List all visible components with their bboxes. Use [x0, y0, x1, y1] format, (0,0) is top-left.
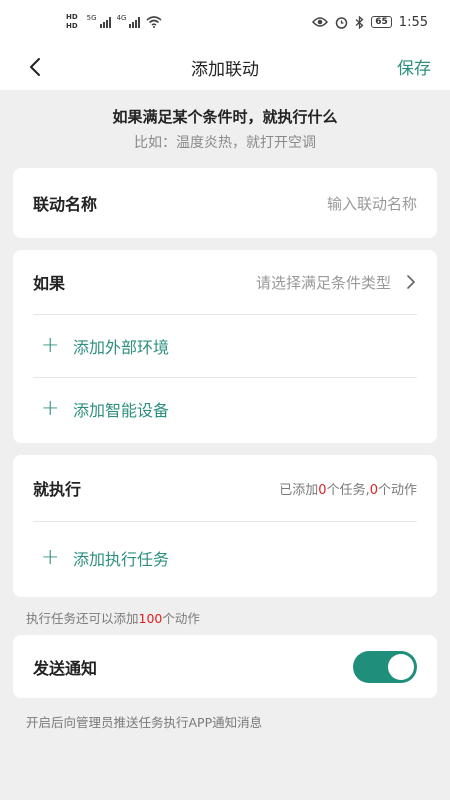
condition-label: 如果: [33, 274, 66, 293]
signal-icon-2: [129, 16, 141, 28]
chevron-right-icon: [407, 275, 415, 289]
toggle-knob: [388, 653, 414, 680]
add-device-label: 添加智能设备: [73, 401, 170, 420]
limit-suffix: 个动作: [162, 611, 200, 626]
add-task-label: 添加执行任务: [73, 550, 170, 569]
status-time: 1:55: [398, 14, 428, 30]
alarm-icon: [336, 16, 348, 29]
count-prefix: 已添加: [279, 482, 319, 498]
intro-section: 如果满足某个条件时，就执行什么 比如：温度炎热，就打开空调: [0, 90, 450, 168]
plus-icon: +: [41, 333, 60, 358]
action-card: 就执行 已添加0个任务,0个动作 + 添加执行任务: [13, 455, 437, 597]
add-environment-button[interactable]: + 添加外部环境: [13, 315, 437, 377]
bluetooth-icon: [355, 15, 364, 29]
status-left: HD HD 5G 4G: [66, 14, 162, 30]
battery-icon: 65: [371, 16, 392, 28]
plus-icon: +: [41, 545, 60, 570]
linkage-name-label: 联动名称: [33, 195, 98, 214]
status-bar: HD HD 5G 4G 65 1:55: [0, 0, 450, 44]
notify-toggle[interactable]: [353, 650, 417, 683]
signal-icon-1: [99, 16, 111, 28]
add-environment-label: 添加外部环境: [73, 338, 170, 357]
linkage-name-input[interactable]: 输入联动名称: [327, 193, 417, 214]
limit-prefix: 执行任务还可以添加: [26, 611, 139, 626]
limit-count: 100: [138, 611, 163, 626]
add-task-button[interactable]: + 添加执行任务: [13, 522, 437, 594]
network-type-1: 5G: [86, 14, 97, 22]
nav-bar: 添加联动 保存: [0, 44, 450, 90]
action-label: 就执行: [33, 480, 82, 499]
back-button[interactable]: [18, 50, 52, 84]
hd-label-1: HD: [66, 13, 78, 21]
condition-type-row[interactable]: 如果 请选择满足条件类型: [13, 250, 437, 314]
notify-description: 开启后向管理员推送任务执行APP通知消息: [26, 715, 263, 730]
action-count: 0: [369, 482, 378, 498]
action-unit: 个动作: [377, 482, 417, 498]
hd-label-2: HD: [66, 22, 78, 30]
action-header-row: 就执行 已添加0个任务,0个动作: [13, 455, 437, 521]
task-unit: 个任务,: [326, 482, 370, 498]
notify-card: 发送通知: [13, 635, 437, 698]
chevron-left-icon: [30, 58, 40, 76]
task-count-text: 已添加0个任务,0个动作: [279, 479, 417, 498]
status-right: 65 1:55: [312, 15, 428, 30]
save-button[interactable]: 保存: [397, 54, 431, 79]
condition-type-select[interactable]: 请选择满足条件类型: [256, 272, 391, 293]
sim-indicator: HD HD: [66, 14, 78, 30]
network-type-2: 4G: [116, 14, 127, 22]
intro-subtitle: 比如：温度炎热，就打开空调: [134, 135, 316, 151]
notify-row: 发送通知: [13, 635, 437, 698]
plus-icon: +: [41, 396, 60, 421]
notify-label: 发送通知: [33, 658, 98, 678]
wifi-icon: [146, 16, 162, 28]
linkage-name-row[interactable]: 联动名称 输入联动名称: [13, 168, 437, 238]
action-limit-hint: 执行任务还可以添加100个动作: [26, 608, 200, 627]
intro-title: 如果满足某个条件时，就执行什么: [112, 108, 338, 126]
page-title: 添加联动: [191, 59, 259, 80]
linkage-name-card: 联动名称 输入联动名称: [13, 168, 437, 238]
eye-icon: [312, 17, 329, 27]
condition-card: 如果 请选择满足条件类型 + 添加外部环境 + 添加智能设备: [13, 250, 437, 443]
task-count: 0: [318, 482, 327, 498]
add-device-button[interactable]: + 添加智能设备: [13, 378, 437, 440]
